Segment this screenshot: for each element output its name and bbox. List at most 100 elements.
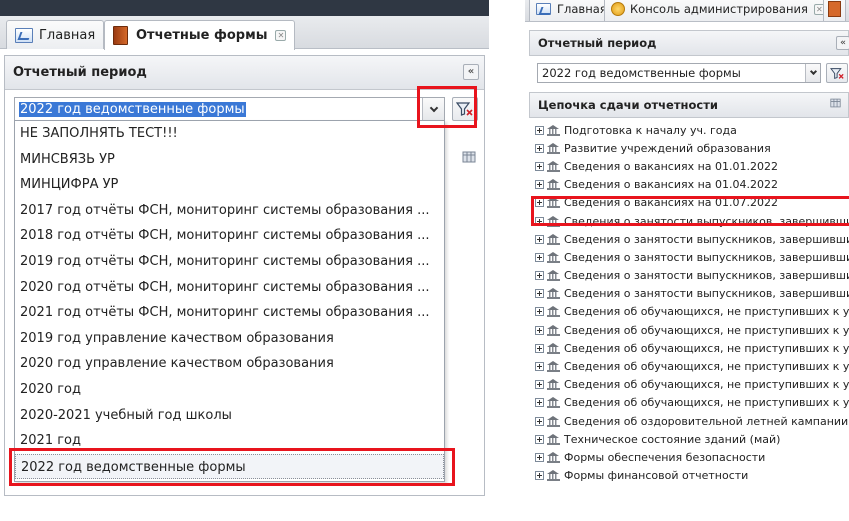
dropdown-option[interactable]: 2019 год отчёты ФСН, мониторинг системы … [15,249,444,275]
dropdown-option[interactable]: 2020 год управление качеством образовани… [15,351,444,377]
tree-item[interactable]: Сведения о занятости выпускников, заверш… [529,267,849,285]
expand-icon[interactable] [535,471,544,481]
expand-icon[interactable] [535,343,544,353]
panel-title: Отчетный период [13,65,147,80]
panel-header: Отчетный период « [5,56,484,90]
tree-item[interactable]: Развитие учреждений образования [529,139,849,157]
close-icon[interactable]: ✕ [275,30,287,41]
period-combo-value[interactable]: 2022 год ведомственные формы [15,101,444,117]
tree-item[interactable]: Сведения об оздоровительной летней кампа… [529,412,849,430]
tree-item[interactable]: Сведения о занятости выпускников, заверш… [529,230,849,248]
dropdown-option[interactable]: 2017 год отчёты ФСН, мониторинг системы … [15,198,444,224]
dropdown-option[interactable]: 2020 год [15,377,444,403]
forms-icon [828,1,841,17]
chevron-down-icon[interactable] [422,98,444,120]
tree-item[interactable]: Сведения о вакансиях на 01.01.2022 [529,157,849,175]
dropdown-option[interactable]: 2021 год [15,428,444,454]
expand-icon[interactable] [535,125,544,135]
expand-icon[interactable] [535,434,544,444]
dropdown-option[interactable]: 2020 год отчёты ФСН, мониторинг системы … [15,275,444,301]
report-chain-tree[interactable]: Подготовка к началу уч. года Развитие учр… [529,121,849,485]
tree-item-label: Сведения о занятости выпускников, заверш… [564,287,849,301]
tab-home[interactable]: Главная [6,20,105,49]
dropdown-option[interactable]: 2019 год управление качеством образовани… [15,326,444,352]
tab-admin-console-label: Консоль администрирования [630,2,808,16]
institution-icon [547,233,560,245]
expand-icon[interactable] [535,362,544,372]
tab-report-forms[interactable] [823,0,846,21]
grid-icon[interactable] [828,98,842,112]
tree-item[interactable]: Сведения об обучающихся, не приступивших… [529,339,849,357]
tree-item[interactable]: Сведения о занятости выпускников, заверш… [529,248,849,266]
tree-item-label: Сведения о занятости выпускников, заверш… [564,250,849,264]
expand-icon[interactable] [535,252,544,262]
expand-icon[interactable] [535,271,544,281]
tree-item[interactable]: Сведения о занятости выпускников, заверш… [529,285,849,303]
tree-item[interactable]: Сведения о занятости выпускников, заверш… [529,212,849,230]
expand-icon[interactable] [535,380,544,390]
left-screenshot: Главная Отчетные формы ✕ Отчетный период… [0,0,489,496]
expand-icon[interactable] [535,307,544,317]
tree-item[interactable]: Формы финансовой отчетности [529,467,849,485]
tree-item[interactable]: Сведения об обучающихся, не приступивших… [529,357,849,375]
home-icon [536,3,551,15]
tree-item-label: Сведения об обучающихся, не приступивших… [564,360,849,374]
tree-item-label: Сведения о занятости выпускников, заверш… [564,232,849,246]
period-combo[interactable]: 2022 год ведомственные формы [14,97,445,121]
collapse-button[interactable]: « [463,64,479,80]
tab-admin-console[interactable]: Консоль администрирования ✕ [604,0,832,21]
chevron-down-icon[interactable] [805,64,820,82]
tree-item[interactable]: Сведения о вакансиях на 01.07.2022 [529,194,849,212]
period-combo[interactable]: 2022 год ведомственные формы [537,63,821,83]
tab-home-label: Главная [39,27,96,43]
collapse-button[interactable]: « [836,36,849,50]
tab-home[interactable]: Главная [529,0,614,21]
chain-panel-header: Цепочка сдачи отчетности [529,92,849,118]
clear-filter-button[interactable] [452,97,478,121]
clear-filter-button[interactable] [826,63,848,83]
tree-item-label: Сведения об обучающихся, не приступивших… [564,378,849,392]
institution-icon [547,306,560,318]
expand-icon[interactable] [535,180,544,190]
expand-icon[interactable] [535,289,544,299]
tree-item[interactable]: Подготовка к началу уч. года [529,121,849,139]
institution-icon [547,270,560,282]
tree-item[interactable]: Формы обеспечения безопасности [529,448,849,466]
institution-icon [547,324,560,336]
tree-item[interactable]: Сведения об обучающихся, не приступивших… [529,376,849,394]
expand-icon[interactable] [535,234,544,244]
expand-icon[interactable] [535,398,544,408]
period-dropdown-list[interactable]: НЕ ЗАПОЛНЯТЬ ТЕСТ!!! МИНСВЯЗЬ УР МИНЦИФРА … [14,120,445,482]
tree-item[interactable]: Техническое состояние зданий (май) [529,430,849,448]
combo-trigger[interactable] [422,97,445,121]
tree-item-label: Сведения об обучающихся, не приступивших… [564,396,849,410]
tree-item[interactable]: Сведения о вакансиях на 01.04.2022 [529,176,849,194]
dropdown-option[interactable]: МИНСВЯЗЬ УР [15,147,444,173]
right-screenshot: Главная Консоль администрирования ✕ Отче… [525,0,849,521]
expand-icon[interactable] [535,325,544,335]
expand-icon[interactable] [535,161,544,171]
tab-report-forms[interactable]: Отчетные формы ✕ [104,20,296,50]
chain-panel-title: Цепочка сдачи отчетности [538,98,718,112]
dropdown-option[interactable]: 2021 год отчёты ФСН, мониторинг системы … [15,300,444,326]
expand-icon[interactable] [535,216,544,226]
dropdown-option[interactable]: 2018 год отчёты ФСН, мониторинг системы … [15,223,444,249]
dropdown-option[interactable]: 2022 год ведомственные формы [15,453,444,480]
grid-icon[interactable] [459,148,479,165]
institution-icon [547,288,560,300]
tree-item[interactable]: Сведения об обучающихся, не приступивших… [529,321,849,339]
expand-icon[interactable] [535,416,544,426]
dropdown-option[interactable]: 2020-2021 учебный год школы [15,403,444,429]
dropdown-option[interactable]: МИНЦИФРА УР [15,172,444,198]
institution-icon [547,215,560,227]
expand-icon[interactable] [535,198,544,208]
tree-item-label: Сведения о вакансиях на 01.04.2022 [564,178,779,192]
expand-icon[interactable] [535,143,544,153]
dropdown-option[interactable]: НЕ ЗАПОЛНЯТЬ ТЕСТ!!! [15,121,444,147]
expand-icon[interactable] [535,452,544,462]
institution-icon [547,451,560,463]
tree-item[interactable]: Сведения об обучающихся, не приступивших… [529,394,849,412]
period-combo-value[interactable]: 2022 год ведомственные формы [538,66,805,80]
institution-icon [547,470,560,482]
tree-item[interactable]: Сведения об обучающихся, не приступивших… [529,303,849,321]
